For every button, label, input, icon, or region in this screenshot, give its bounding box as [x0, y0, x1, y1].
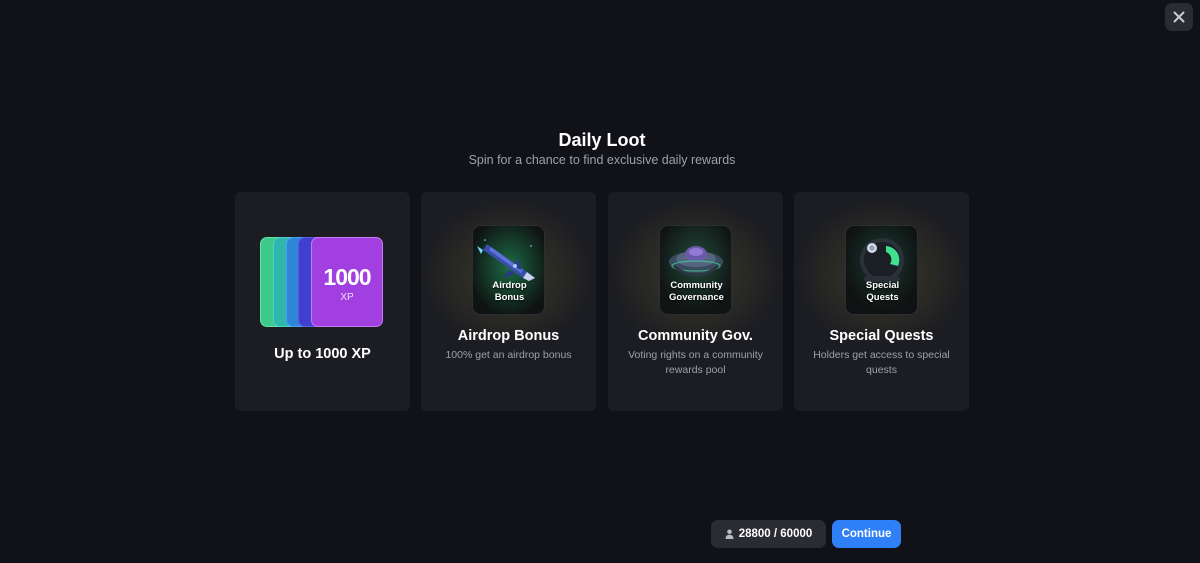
reward-card-quests: Special Quests Special Quests Holders ge… [794, 192, 969, 411]
reward-card-xp: 1000 XP Up to 1000 XP [235, 192, 410, 411]
image-label-line: Bonus [494, 292, 525, 303]
reward-image-airdrop: Airdrop Bonus [472, 225, 545, 315]
reward-card-governance: Community Governance Community Gov. Voti… [608, 192, 783, 411]
reward-description: Holders get access to special quests [813, 349, 950, 376]
spin-counter-text: 28800 / 60000 [738, 528, 813, 540]
close-button[interactable] [1165, 3, 1193, 31]
reward-image-governance: Community Governance [659, 225, 732, 315]
reward-description: Voting rights on a community rewards poo… [628, 349, 763, 376]
reward-description: 100% get an airdrop bonus [445, 349, 572, 361]
close-icon [1173, 11, 1185, 23]
reward-title: Up to 1000 XP [274, 346, 371, 362]
xp-badge-value: 1000 [323, 264, 371, 290]
spin-counter: 28800 / 60000 [711, 520, 826, 548]
image-label-line: Special [865, 280, 900, 291]
image-label-line: Airdrop [492, 280, 527, 291]
user-icon [725, 529, 734, 539]
daily-loot-modal: Daily Loot Spin for a chance to find exc… [0, 0, 1200, 563]
modal-title: Daily Loot [558, 130, 646, 150]
reward-card-airdrop: Airdrop Bonus Airdrop Bonus 100% get an … [421, 192, 596, 411]
reward-title: Community Gov. [638, 328, 753, 344]
image-label-line: Governance [669, 292, 724, 303]
continue-button[interactable]: Continue [832, 520, 901, 548]
modal-subtitle: Spin for a chance to find exclusive dail… [468, 153, 736, 167]
reward-title: Airdrop Bonus [457, 328, 560, 344]
xp-badge-unit: XP [340, 292, 354, 303]
reward-image-label: Airdrop Bonus [473, 280, 544, 304]
image-label-line: Quests [866, 292, 899, 303]
reward-image-label: Community Governance [660, 280, 731, 304]
xp-card-stack: 1000 XP [260, 237, 385, 329]
reward-image-quests: Special Quests [845, 225, 918, 315]
xp-badge: 1000 XP [311, 237, 383, 327]
image-label-line: Community [670, 280, 723, 291]
reward-title: Special Quests [829, 328, 934, 344]
reward-image-label: Special Quests [846, 280, 917, 304]
